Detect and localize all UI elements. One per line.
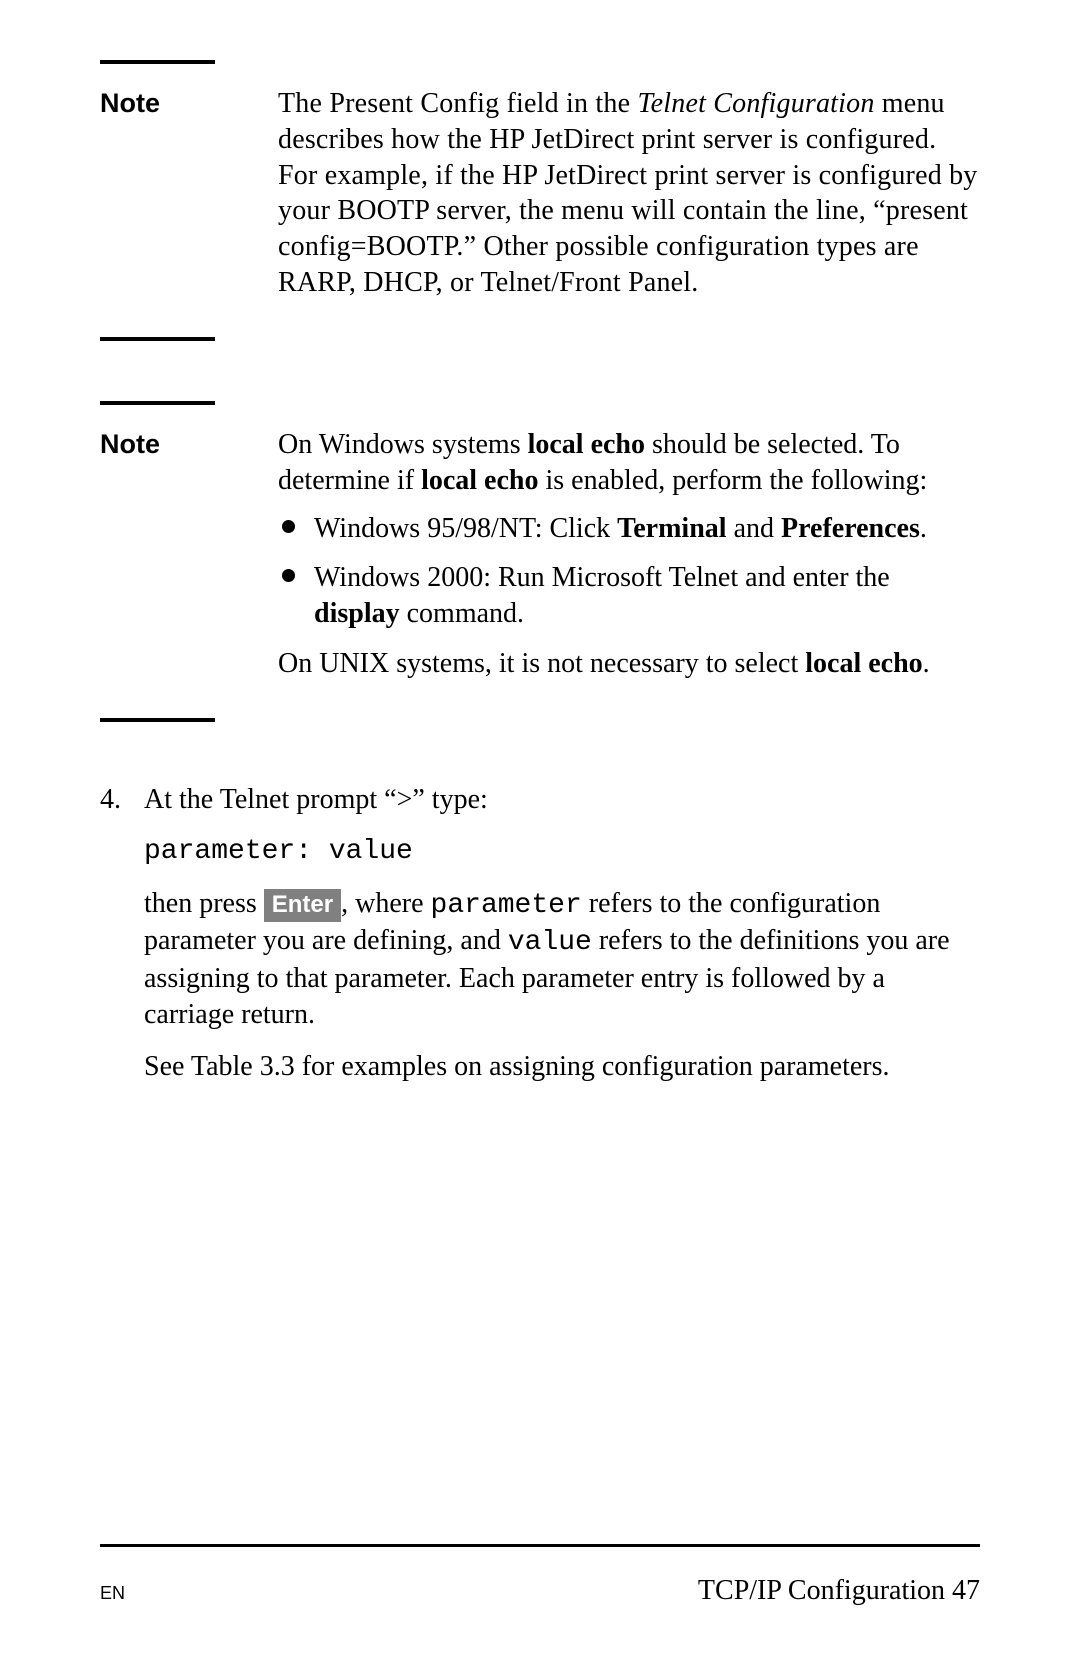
page-number: 47	[952, 1575, 980, 1606]
note2-p2: On UNIX systems, it is not necessary to …	[278, 646, 980, 682]
footer-title: TCP/IP Configuration 47	[698, 1573, 980, 1609]
bullet-item: Windows 2000: Run Microsoft Telnet and e…	[278, 560, 980, 632]
bold-text: Preferences	[781, 513, 920, 544]
note1-pre: The Present Config field in the	[278, 88, 637, 119]
note-rule-bot	[100, 337, 215, 341]
text: .	[923, 648, 930, 679]
mono-text: value	[508, 927, 592, 958]
text: command.	[400, 598, 524, 629]
note-body: The Present Config field in the Telnet C…	[278, 86, 980, 311]
note-label: Note	[100, 427, 278, 462]
bullet-list: Windows 95/98/NT: Click Terminal and Pre…	[278, 511, 980, 632]
step4-line1: At the Telnet prompt “>” type:	[144, 782, 980, 818]
step-4: 4. At the Telnet prompt “>” type: parame…	[100, 782, 980, 1101]
page-footer: EN TCP/IP Configuration 47	[100, 1544, 980, 1609]
text: Windows 2000: Run Microsoft Telnet and e…	[314, 562, 890, 593]
text: On UNIX systems, it is not necessary to …	[278, 648, 805, 679]
note-rule-top	[100, 60, 215, 64]
note2-p1: On Windows systems local echo should be …	[278, 427, 980, 499]
note1-post: menu describes how the HP JetDirect prin…	[278, 88, 978, 298]
footer-section: TCP/IP Configuration	[698, 1575, 952, 1606]
footer-row: EN TCP/IP Configuration 47	[100, 1573, 980, 1609]
enter-key-icon: Enter	[264, 889, 341, 923]
step4-code: parameter: value	[144, 834, 980, 870]
note-body: On Windows systems local echo should be …	[278, 427, 980, 692]
text: On Windows systems	[278, 429, 528, 460]
text: then press	[144, 888, 264, 919]
mono-text: parameter	[431, 890, 582, 921]
step-body: At the Telnet prompt “>” type: parameter…	[144, 782, 980, 1101]
bold-text: Terminal	[617, 513, 726, 544]
note-row: Note The Present Config field in the Tel…	[100, 86, 980, 311]
text: .	[920, 513, 927, 544]
footer-rule	[100, 1544, 980, 1547]
note-label: Note	[100, 86, 278, 121]
note1-italic: Telnet Configuration	[637, 88, 874, 119]
step4-line3: then press Enter, where parameter refers…	[144, 886, 980, 1033]
bold-text: local echo	[528, 429, 645, 460]
text: Windows 95/98/NT: Click	[314, 513, 617, 544]
bullet-item: Windows 95/98/NT: Click Terminal and Pre…	[278, 511, 980, 547]
bold-text: local echo	[421, 465, 538, 496]
text: is enabled, perform the following:	[538, 465, 927, 496]
text: and	[727, 513, 781, 544]
text: , where	[341, 888, 430, 919]
bold-text: display	[314, 598, 400, 629]
page-content: Note The Present Config field in the Tel…	[0, 0, 1080, 1101]
note-rule-bot	[100, 718, 215, 722]
footer-language: EN	[100, 1582, 125, 1605]
note-row: Note On Windows systems local echo shoul…	[100, 427, 980, 692]
bold-text: local echo	[805, 648, 922, 679]
note1-text: The Present Config field in the Telnet C…	[278, 86, 980, 301]
note-block-2: Note On Windows systems local echo shoul…	[100, 401, 980, 722]
step-number: 4.	[100, 782, 144, 1101]
note-rule-top	[100, 401, 215, 405]
note-block-1: Note The Present Config field in the Tel…	[100, 60, 980, 341]
step4-line4: See Table 3.3 for examples on assigning …	[144, 1049, 980, 1085]
